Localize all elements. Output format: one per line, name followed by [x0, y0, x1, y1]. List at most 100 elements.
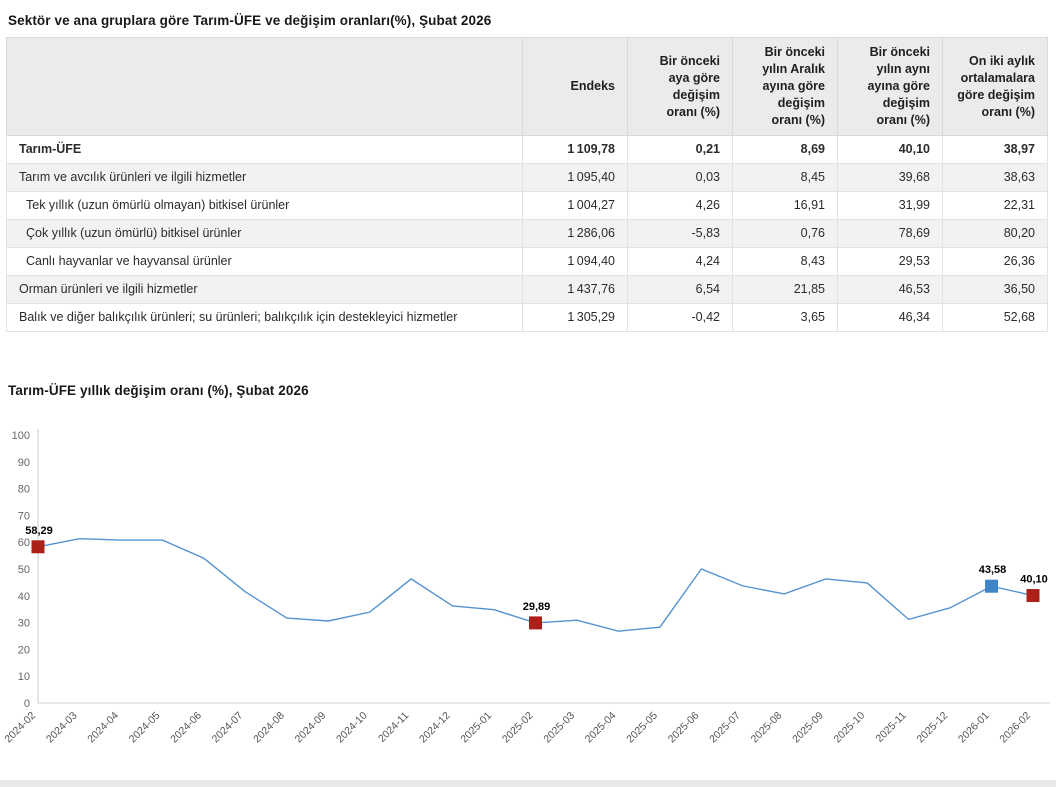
- row-label: Tarım-ÜFE: [7, 136, 523, 164]
- row-value: 16,91: [733, 192, 838, 220]
- x-tick-label: 2026-02: [997, 710, 1033, 746]
- next-section-strip: [0, 780, 1056, 787]
- row-label: Canlı hayvanlar ve hayvansal ürünler: [7, 248, 523, 276]
- row-label: Çok yıllık (uzun ömürlü) bitkisel ürünle…: [7, 220, 523, 248]
- y-tick-label: 100: [12, 430, 30, 442]
- x-tick-label: 2025-01: [458, 710, 494, 746]
- row-value: 46,34: [838, 304, 943, 332]
- chart-title: Tarım-ÜFE yıllık değişim oranı (%), Şuba…: [0, 370, 1056, 407]
- y-tick-label: 30: [18, 618, 30, 630]
- row-value: 1 094,40: [523, 248, 628, 276]
- row-value: 0,76: [733, 220, 838, 248]
- table-row: Orman ürünleri ve ilgili hizmetler1 437,…: [7, 276, 1048, 304]
- column-header: Bir önceki aya göre değişim oranı (%): [628, 38, 733, 136]
- row-value: 8,69: [733, 136, 838, 164]
- row-value: 3,65: [733, 304, 838, 332]
- row-value: 26,36: [943, 248, 1048, 276]
- x-tick-label: 2025-10: [832, 710, 868, 746]
- row-label: Tek yıllık (uzun ömürlü olmayan) bitkise…: [7, 192, 523, 220]
- x-tick-label: 2025-06: [666, 710, 702, 746]
- y-tick-label: 40: [18, 591, 30, 603]
- table-row: Canlı hayvanlar ve hayvansal ürünler1 09…: [7, 248, 1048, 276]
- index-table-header: EndeksBir önceki aya göre değişim oranı …: [7, 38, 1048, 136]
- table-row: Tarım-ÜFE1 109,780,218,6940,1038,97: [7, 136, 1048, 164]
- table-row: Tarım ve avcılık ürünleri ve ilgili hizm…: [7, 164, 1048, 192]
- row-value: 1 095,40: [523, 164, 628, 192]
- y-tick-label: 20: [18, 644, 30, 656]
- column-header: Bir önceki yılın Aralık ayına göre değiş…: [733, 38, 838, 136]
- y-tick-label: 10: [18, 671, 30, 683]
- x-tick-label: 2024-12: [417, 710, 453, 746]
- row-value: 4,24: [628, 248, 733, 276]
- x-tick-label: 2025-12: [914, 710, 950, 746]
- row-value: 1 109,78: [523, 136, 628, 164]
- index-table-header-row: EndeksBir önceki aya göre değişim oranı …: [7, 38, 1048, 136]
- y-tick-label: 90: [18, 457, 30, 469]
- row-value: 8,45: [733, 164, 838, 192]
- row-value: 80,20: [943, 220, 1048, 248]
- column-header: On iki aylık ortalamalara göre değişim o…: [943, 38, 1048, 136]
- y-tick-label: 0: [24, 698, 30, 710]
- x-tick-label: 2025-02: [500, 710, 536, 746]
- marker-label: 29,89: [523, 601, 551, 613]
- x-tick-label: 2024-11: [376, 710, 411, 745]
- row-value: 31,99: [838, 192, 943, 220]
- x-tick-label: 2026-01: [956, 710, 992, 746]
- row-label: Balık ve diğer balıkçılık ürünleri; su ü…: [7, 304, 523, 332]
- y-tick-label: 60: [18, 537, 30, 549]
- trend-chart: 01020304050607080901002024-022024-032024…: [0, 421, 1056, 778]
- x-tick-label: 2025-03: [541, 710, 577, 746]
- x-tick-label: 2024-02: [2, 710, 38, 746]
- row-value: 0,03: [628, 164, 733, 192]
- row-value: 1 305,29: [523, 304, 628, 332]
- x-tick-label: 2025-07: [707, 710, 743, 746]
- x-tick-label: 2025-11: [874, 710, 909, 745]
- x-tick-label: 2025-04: [583, 710, 619, 746]
- row-value: 78,69: [838, 220, 943, 248]
- trend-chart-svg: 01020304050607080901002024-022024-032024…: [0, 421, 1056, 773]
- x-tick-label: 2024-07: [210, 710, 246, 746]
- index-table: EndeksBir önceki aya göre değişim oranı …: [6, 37, 1048, 332]
- row-label: Orman ürünleri ve ilgili hizmetler: [7, 276, 523, 304]
- row-value: 22,31: [943, 192, 1048, 220]
- row-value: 1 286,06: [523, 220, 628, 248]
- row-value: 4,26: [628, 192, 733, 220]
- x-tick-label: 2025-09: [790, 710, 826, 746]
- row-value: 38,63: [943, 164, 1048, 192]
- table-row: Balık ve diğer balıkçılık ürünleri; su ü…: [7, 304, 1048, 332]
- table-row: Tek yıllık (uzun ömürlü olmayan) bitkise…: [7, 192, 1048, 220]
- row-value: 29,53: [838, 248, 943, 276]
- x-tick-label: 2024-08: [251, 710, 287, 746]
- row-value: 0,21: [628, 136, 733, 164]
- column-header: Endeks: [523, 38, 628, 136]
- marker-point: [529, 616, 542, 629]
- row-value: 52,68: [943, 304, 1048, 332]
- table-title: Sektör ve ana gruplara göre Tarım-ÜFE ve…: [0, 0, 1056, 37]
- x-tick-label: 2024-06: [168, 710, 204, 746]
- row-value: 36,50: [943, 276, 1048, 304]
- x-tick-label: 2025-08: [749, 710, 785, 746]
- row-value: -0,42: [628, 304, 733, 332]
- marker-point: [1027, 589, 1040, 602]
- row-value: -5,83: [628, 220, 733, 248]
- y-tick-label: 80: [18, 484, 30, 496]
- x-tick-label: 2025-05: [624, 710, 660, 746]
- row-value: 8,43: [733, 248, 838, 276]
- row-value: 39,68: [838, 164, 943, 192]
- x-tick-label: 2024-10: [334, 710, 370, 746]
- index-table-body: Tarım-ÜFE1 109,780,218,6940,1038,97Tarım…: [7, 136, 1048, 332]
- marker-label: 58,29: [25, 525, 53, 537]
- table-corner-cell: [7, 38, 523, 136]
- x-tick-label: 2024-05: [127, 710, 163, 746]
- marker-point: [985, 580, 998, 593]
- row-value: 21,85: [733, 276, 838, 304]
- stats-page: Sektör ve ana gruplara göre Tarım-ÜFE ve…: [0, 0, 1056, 787]
- row-value: 40,10: [838, 136, 943, 164]
- row-value: 38,97: [943, 136, 1048, 164]
- marker-label: 43,58: [979, 564, 1007, 576]
- marker-point: [32, 540, 45, 553]
- x-tick-label: 2024-09: [293, 710, 329, 746]
- row-value: 1 437,76: [523, 276, 628, 304]
- row-label: Tarım ve avcılık ürünleri ve ilgili hizm…: [7, 164, 523, 192]
- marker-label: 40,10: [1020, 574, 1048, 586]
